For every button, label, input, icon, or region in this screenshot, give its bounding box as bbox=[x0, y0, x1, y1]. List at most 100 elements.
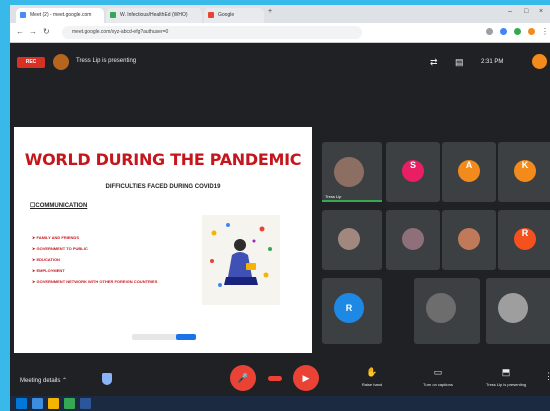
chrome-icon[interactable] bbox=[64, 398, 75, 409]
recording-label: REC bbox=[25, 59, 37, 65]
chevron-up-icon: ⌃ bbox=[62, 378, 68, 384]
participant-avatar bbox=[458, 228, 480, 250]
end-call-button[interactable] bbox=[268, 376, 282, 381]
slide-subtitle: DIFFICULTIES FACED DURING COVID19 bbox=[105, 184, 221, 190]
participant-name: Tress Lip bbox=[325, 194, 342, 199]
present-label: Tress Lip is presenting bbox=[485, 382, 527, 387]
shared-slide: WORLD DURING THE PANDEMIC DIFFICULTIES F… bbox=[14, 127, 312, 353]
participant-avatar: R bbox=[514, 228, 536, 250]
slide-controls-bar[interactable] bbox=[132, 334, 196, 340]
participant-tile[interactable]: S bbox=[386, 142, 440, 202]
more-options-icon[interactable]: ⋮ bbox=[544, 371, 550, 382]
search-icon[interactable] bbox=[32, 398, 43, 409]
back-icon[interactable]: ← bbox=[16, 27, 24, 36]
os-taskbar bbox=[10, 396, 550, 411]
url-text: meet.google.com/xyz-abcd-efg?authuser=0 bbox=[72, 29, 169, 35]
meeting-details-button[interactable]: Meeting details ⌃ bbox=[20, 377, 67, 384]
address-bar[interactable]: meet.google.com/xyz-abcd-efg?authuser=0 bbox=[62, 26, 362, 39]
tab-title: Google bbox=[218, 12, 235, 18]
list-item: ➤ GOVERNMENT TO PUBLIC bbox=[32, 246, 88, 251]
participant-tile[interactable]: Tress Lip bbox=[322, 142, 382, 202]
menu-icon[interactable]: ⋮ bbox=[541, 27, 549, 36]
list-item: ➤ GOVERNMENT NETWORK WITH OTHER FOREIGN … bbox=[32, 279, 158, 284]
meeting-details-label: Meeting details bbox=[20, 378, 61, 384]
user-avatar[interactable] bbox=[532, 54, 547, 69]
participant-tile[interactable]: A bbox=[442, 142, 496, 202]
tab-third[interactable]: Google bbox=[204, 8, 264, 23]
extension-icon[interactable] bbox=[514, 28, 521, 35]
extension-icon[interactable] bbox=[500, 28, 507, 35]
star-icon[interactable] bbox=[486, 28, 493, 35]
participant-tile[interactable] bbox=[442, 210, 496, 270]
tab-strip: Meet (2) - meet.google.com W. Infectious… bbox=[10, 5, 550, 23]
list-item: ➤ FAMILY AND FRIENDS bbox=[32, 235, 79, 240]
slide-controls-button[interactable] bbox=[176, 334, 196, 340]
presenting-status: Tress Lip is presenting bbox=[76, 58, 137, 64]
slide-illustration bbox=[202, 215, 280, 305]
participant-tile[interactable]: K bbox=[498, 142, 550, 202]
browser-toolbar: ← → ↻ meet.google.com/xyz-abcd-efg?authu… bbox=[10, 23, 550, 43]
participant-tile[interactable] bbox=[414, 278, 480, 344]
participant-avatar: S bbox=[402, 160, 424, 182]
participant-avatar bbox=[498, 293, 528, 323]
people-icon[interactable]: ⇄ bbox=[430, 57, 438, 68]
participant-grid: Tress Lip S A K R R bbox=[318, 80, 550, 355]
tab-title: Meet (2) - meet.google.com bbox=[30, 12, 92, 18]
hand-icon: ✋ bbox=[366, 367, 378, 377]
start-icon[interactable] bbox=[16, 398, 27, 409]
participant-avatar: K bbox=[514, 160, 536, 182]
slide-heading-text: COMMUNICATION bbox=[35, 203, 88, 209]
participant-avatar bbox=[426, 293, 456, 323]
tab-title: W. Infectious/HealthEd (WHO) bbox=[120, 12, 188, 18]
participant-avatar: A bbox=[458, 160, 480, 182]
site-favicon-icon bbox=[110, 12, 116, 18]
forward-icon[interactable]: → bbox=[29, 27, 37, 36]
file-explorer-icon[interactable] bbox=[48, 398, 59, 409]
minimize-icon[interactable]: – bbox=[508, 8, 512, 15]
tab-meet[interactable]: Meet (2) - meet.google.com bbox=[16, 8, 104, 23]
new-tab-icon[interactable]: + bbox=[268, 8, 272, 15]
raise-hand-label: Raise hand bbox=[361, 382, 383, 387]
list-item: ➤ EMPLOYMENT bbox=[32, 268, 65, 273]
list-item: ➤ EDUCATION bbox=[32, 257, 60, 262]
raise-hand-button[interactable]: ✋ Raise hand bbox=[350, 367, 394, 387]
profile-avatar[interactable] bbox=[528, 28, 535, 35]
slide-title: WORLD DURING THE PANDEMIC bbox=[24, 150, 302, 169]
participant-tile[interactable] bbox=[322, 210, 382, 270]
mic-off-button[interactable]: 🎤 bbox=[230, 365, 256, 391]
google-favicon-icon bbox=[208, 12, 214, 18]
participant-avatar bbox=[338, 228, 360, 250]
present-button[interactable]: ⬒ Tress Lip is presenting bbox=[484, 367, 528, 387]
slide-bullet-list: ➤ FAMILY AND FRIENDS ➤ GOVERNMENT TO PUB… bbox=[32, 232, 157, 287]
bullet-text: EMPLOYMENT bbox=[36, 268, 65, 273]
chat-icon[interactable]: ▤ bbox=[455, 57, 464, 68]
browser-window: Meet (2) - meet.google.com W. Infectious… bbox=[10, 5, 550, 405]
present-icon: ⬒ bbox=[501, 367, 511, 377]
captions-button[interactable]: ▭ Turn on captions bbox=[416, 367, 460, 387]
tab-second[interactable]: W. Infectious/HealthEd (WHO) bbox=[106, 8, 202, 23]
participant-avatar bbox=[402, 228, 424, 250]
meet-top-bar: REC Tress Lip is presenting ⇄ ▤ 2:31 PM bbox=[10, 43, 550, 80]
reload-icon[interactable]: ↻ bbox=[43, 27, 50, 36]
participant-tile[interactable] bbox=[486, 278, 550, 344]
bullet-text: EDUCATION bbox=[36, 257, 60, 262]
meet-favicon-icon bbox=[20, 12, 26, 18]
shield-icon[interactable] bbox=[102, 373, 112, 385]
bullet-text: FAMILY AND FRIENDS bbox=[36, 235, 79, 240]
word-icon[interactable] bbox=[80, 398, 91, 409]
participant-tile[interactable] bbox=[386, 210, 440, 270]
participant-avatar: R bbox=[334, 293, 364, 323]
participant-tile[interactable]: R bbox=[498, 210, 550, 270]
participant-avatar bbox=[334, 157, 364, 187]
participant-tile[interactable]: R bbox=[322, 278, 382, 344]
maximize-icon[interactable]: □ bbox=[524, 8, 528, 15]
recording-badge: REC bbox=[17, 57, 45, 68]
camera-off-button[interactable]: ▶ bbox=[293, 365, 319, 391]
meeting-clock: 2:31 PM bbox=[481, 59, 504, 65]
captions-label: Turn on captions bbox=[423, 382, 453, 387]
presenter-avatar bbox=[53, 54, 69, 70]
slide-heading: ☐COMMUNICATION bbox=[30, 202, 87, 209]
bullet-text: GOVERNMENT NETWORK WITH OTHER FOREIGN CO… bbox=[36, 279, 158, 284]
close-icon[interactable]: × bbox=[539, 8, 543, 15]
bullet-text: GOVERNMENT TO PUBLIC bbox=[36, 246, 88, 251]
